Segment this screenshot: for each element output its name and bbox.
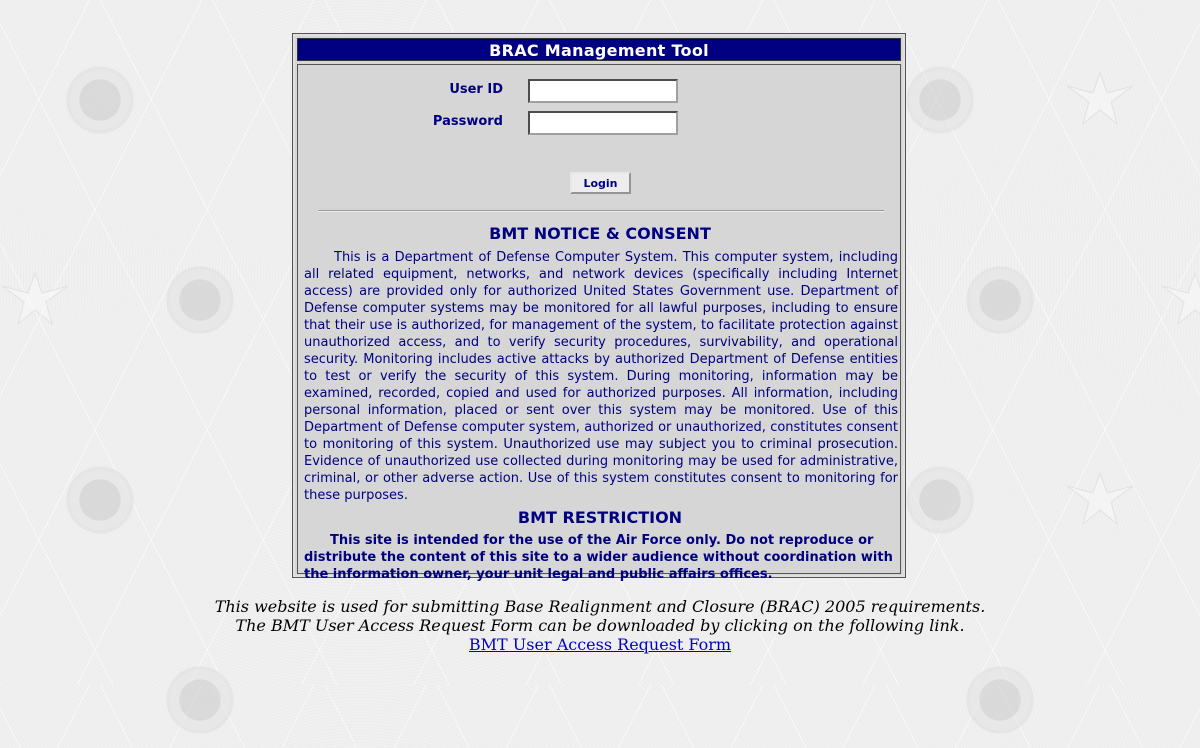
footer-line-1: This website is used for submitting Base… [214, 597, 986, 616]
login-button[interactable]: Login [570, 172, 631, 194]
password-input[interactable] [528, 111, 678, 135]
user-id-label: User ID [449, 82, 503, 97]
seal-watermark-icon [952, 252, 1048, 348]
wings-watermark-icon [1, 271, 69, 326]
login-form-area: User ID Password Login BMT NOTICE & CONS… [297, 64, 901, 582]
seal-watermark-icon [152, 652, 248, 748]
restriction-heading: BMT RESTRICTION [517, 508, 683, 527]
seal-watermark-icon [152, 252, 248, 348]
footer-line-2: The BMT User Access Request Form can be … [235, 616, 965, 635]
wings-watermark-icon [1066, 71, 1134, 126]
wings-watermark-icon [1066, 471, 1134, 526]
notice-heading: BMT NOTICE & CONSENT [489, 224, 711, 243]
seal-watermark-icon [952, 652, 1048, 748]
user-id-input[interactable] [528, 79, 678, 103]
login-panel: BRAC Management Tool User ID Password Lo… [292, 33, 906, 582]
notice-body: This is a Department of Defense Computer… [304, 250, 898, 503]
seal-watermark-icon [52, 52, 148, 148]
password-label: Password [432, 114, 503, 129]
footer: This website is used for submitting Base… [0, 597, 1200, 654]
restriction-body: This site is intended for the use of the… [304, 533, 893, 582]
wings-watermark-icon [1161, 271, 1200, 326]
page-title: BRAC Management Tool [297, 38, 901, 61]
seal-watermark-icon [52, 452, 148, 548]
access-request-form-link[interactable]: BMT User Access Request Form [469, 635, 731, 654]
seal-watermark-icon [892, 52, 988, 148]
seal-watermark-icon [892, 452, 988, 548]
section-divider [318, 210, 884, 212]
